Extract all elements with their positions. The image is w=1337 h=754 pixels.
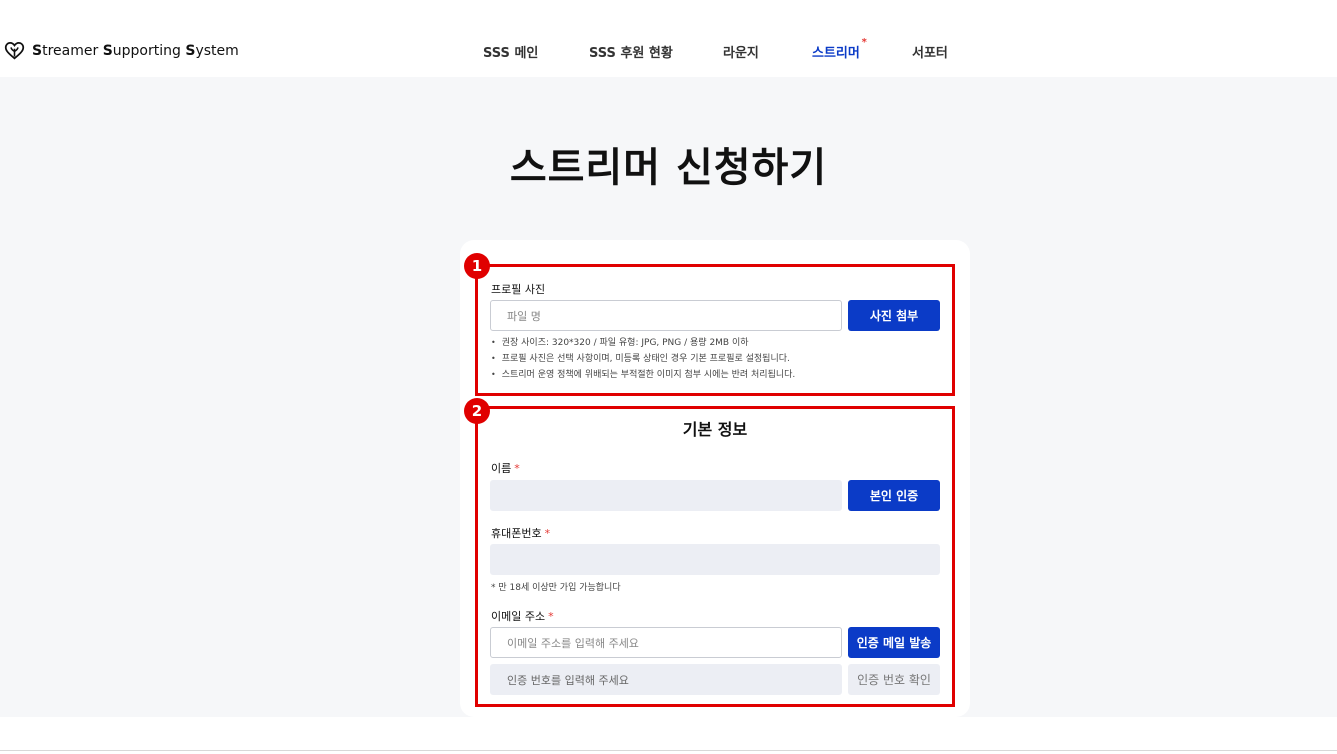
nav-item-sss-donation-status[interactable]: SSS 후원 현황 xyxy=(589,42,673,61)
nav-item-streamer[interactable]: 스트리머 * xyxy=(812,37,867,61)
header: Streamer Supporting System SSS 메인 SSS 후원… xyxy=(0,0,1337,77)
nav-item-sss-main[interactable]: SSS 메인 xyxy=(483,42,538,61)
page-title: 스트리머 신청하기 xyxy=(509,145,828,191)
footer-divider xyxy=(0,750,1337,751)
annotation-box-2 xyxy=(475,406,955,707)
annotation-box-1 xyxy=(475,264,955,396)
annotation-badge-1: 1 xyxy=(464,253,490,279)
nav-item-supporter[interactable]: 서포터 xyxy=(912,42,948,61)
nav-active-marker: * xyxy=(861,37,867,48)
nav-item-streamer-label: 스트리머 xyxy=(812,46,860,61)
main-nav: SSS 메인 SSS 후원 현황 라운지 스트리머 * 서포터 xyxy=(0,37,1337,62)
annotation-badge-2: 2 xyxy=(464,398,490,424)
nav-item-lounge[interactable]: 라운지 xyxy=(723,42,759,61)
